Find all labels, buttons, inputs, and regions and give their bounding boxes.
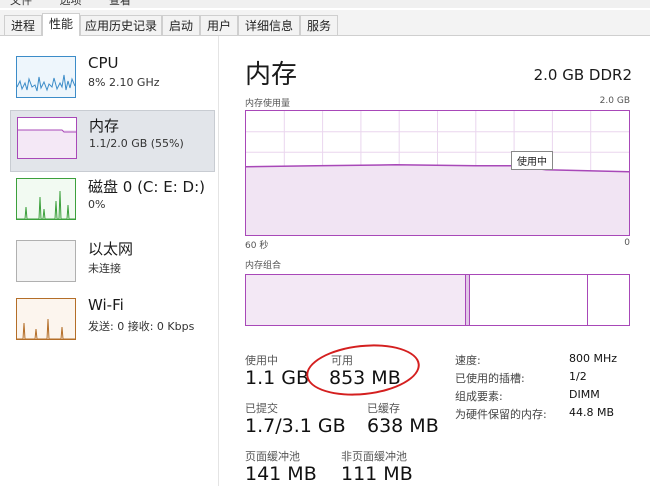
tab-performance[interactable]: 性能 [42,13,80,36]
sidebar-item-ethernet[interactable]: 以太网 未连接 [10,234,215,296]
wifi-thumbnail-graph [16,298,76,340]
sidebar-item-detail: 未连接 [88,262,121,275]
composition-standby [470,275,588,325]
ethernet-thumbnail-graph [16,240,76,282]
cached-label: 已缓存 [367,402,400,415]
speed-label: 速度: [455,354,481,367]
composition-label: 内存组合 [245,261,282,271]
red-annotation-circle [303,339,423,401]
disk-thumbnail-graph [16,178,76,220]
sidebar-item-detail: 1.1/2.0 GB (55%) [89,137,184,150]
time-axis-right: 0 [624,238,630,248]
speed-value: 800 MHz [569,352,618,365]
hardware-reserved-label: 为硬件保留的内存: [455,408,547,421]
sidebar-item-memory[interactable]: 内存 1.1/2.0 GB (55%) [10,110,215,172]
memory-usage-graph: 使用中 [245,110,630,236]
paged-pool-label: 页面缓冲池 [245,450,300,463]
nonpaged-pool-value: 111 MB [341,463,413,485]
composition-in-use [246,275,466,325]
menu-options[interactable]: 选项 [60,0,82,7]
nonpaged-pool-label: 非页面缓冲池 [341,450,407,463]
hardware-reserved-value: 44.8 MB [569,406,615,419]
tab-startup[interactable]: 启动 [162,15,200,35]
form-factor-value: DIMM [569,388,600,401]
sidebar-item-label: Wi-Fi [88,296,124,314]
cached-value: 638 MB [367,415,439,437]
committed-label: 已提交 [245,402,278,415]
tab-users[interactable]: 用户 [200,15,238,35]
sidebar-item-label: 内存 [89,117,120,135]
menu-view[interactable]: 查看 [109,0,131,7]
slots-value: 1/2 [569,370,587,383]
in-use-value: 1.1 GB [245,367,310,389]
sidebar-item-label: 以太网 [88,240,134,258]
slots-label: 已使用的插槽: [455,372,525,385]
menu-bar: 文件 选项 查看 [0,0,650,8]
sidebar-item-detail: 8% 2.10 GHz [88,76,160,89]
memory-thumbnail-graph [17,117,77,159]
sidebar-item-detail: 0% [88,198,106,211]
tab-app-history[interactable]: 应用历史记录 [80,15,162,35]
tab-details[interactable]: 详细信息 [238,15,300,35]
sidebar-item-disk[interactable]: 磁盘 0 (C: E: D:) 0% [10,172,215,234]
paged-pool-value: 141 MB [245,463,317,485]
memory-detail-pane: 内存 2.0 GB DDR2 内存使用量 2.0 GB 使用中 60 秒 0 内… [219,36,650,486]
in-use-label: 使用中 [245,354,278,367]
sidebar-item-label: CPU [88,54,119,72]
sidebar-item-wifi[interactable]: Wi-Fi 发送: 0 接收: 0 Kbps [10,292,215,354]
committed-value: 1.7/3.1 GB [245,415,346,437]
resource-sidebar: CPU 8% 2.10 GHz 内存 1.1/2.0 GB (55%) 磁盘 0… [0,36,218,486]
time-axis-left: 60 秒 [245,241,269,251]
sidebar-item-label: 磁盘 0 (C: E: D:) [88,178,205,196]
cpu-thumbnail-graph [16,56,76,98]
tab-processes[interactable]: 进程 [4,15,42,35]
form-factor-label: 组成要素: [455,390,503,403]
page-title: 内存 [245,60,298,90]
memory-spec: 2.0 GB DDR2 [533,66,632,84]
memory-composition-bar [245,274,630,326]
tab-services[interactable]: 服务 [300,15,338,35]
usage-graph-max: 2.0 GB [599,96,630,106]
in-use-tooltip: 使用中 [511,151,553,170]
sidebar-item-detail: 发送: 0 接收: 0 Kbps [88,320,195,333]
menu-file[interactable]: 文件 [10,0,32,7]
tab-bar: 进程 性能 应用历史记录 启动 用户 详细信息 服务 [0,10,650,36]
composition-free [588,275,629,325]
sidebar-item-cpu[interactable]: CPU 8% 2.10 GHz [10,50,215,112]
usage-graph-label: 内存使用量 [245,99,291,109]
